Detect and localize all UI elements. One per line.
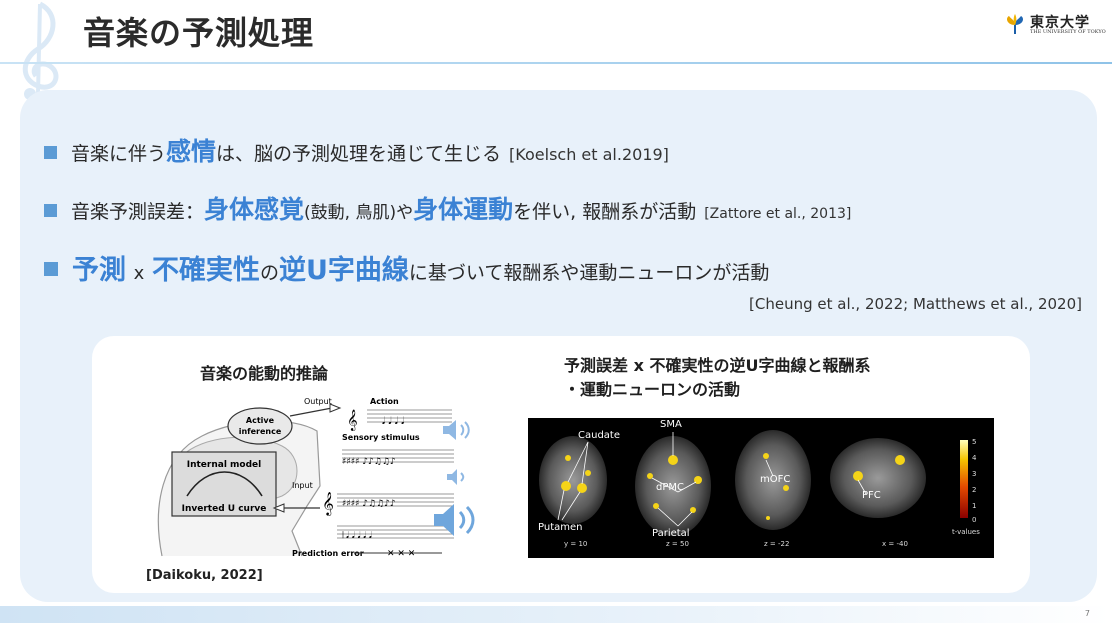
scale-1: 1 <box>972 502 977 510</box>
bullet-1-pre: 音楽に伴う <box>71 143 167 165</box>
svg-text:𝄞: 𝄞 <box>347 410 358 431</box>
bullet-1-post: は、脳の予測処理を通じて生じる <box>216 143 502 165</box>
bullet-3-emphasis-3: 逆U字曲線 <box>278 255 409 286</box>
coord-x-40: x = -40 <box>882 540 908 548</box>
scale-0: 0 <box>972 516 977 524</box>
speaker-small-icon <box>447 469 465 485</box>
dpmc-label: dPMC <box>656 482 684 493</box>
bullet-2-mid-2: を伴い, 報酬系が活動 <box>513 201 697 223</box>
page-number: 7 <box>1084 609 1090 618</box>
sagittal-slice <box>830 438 926 518</box>
input-label: Input <box>292 481 313 490</box>
university-logo: 東京大学 THE UNIVERSITY OF TOKYO <box>1004 12 1106 40</box>
parietal-label: Parietal <box>652 528 690 539</box>
bullet-1-citation: [Koelsch et al.2019] <box>509 145 669 164</box>
active-inference-node <box>227 407 293 445</box>
active-inference-diagram: Active inference Output Action 𝅘𝅥 𝅘𝅥 𝅘𝅥 … <box>157 397 454 559</box>
bullet-square-icon <box>44 204 57 217</box>
footer-band <box>0 606 1112 623</box>
sensory-stimulus-label: Sensory stimulus <box>342 433 420 442</box>
left-figure-title: 音楽の能動的推論 <box>200 364 329 383</box>
coord-y10: y = 10 <box>564 540 588 548</box>
mofc-label: mOFC <box>760 474 791 485</box>
scale-3: 3 <box>972 470 977 478</box>
scale-4: 4 <box>972 454 977 462</box>
citation-line: [Cheung et al., 2022; Matthews et al., 2… <box>749 295 1082 313</box>
figure-card: 音楽の能動的推論 予測誤差 x 不確実性の逆U字曲線と報酬系 ・運動ニューロンの… <box>92 336 1030 593</box>
speaker-large-icon <box>434 504 475 536</box>
scale-5: 5 <box>972 438 977 446</box>
bullet-2: 音楽予測誤差：身体感覚(鼓動, 鳥肌)や身体運動を伴い, 報酬系が活動 [Zatt… <box>44 190 851 226</box>
svg-text:♯♯♯♯ ♪♪♫♫♪: ♯♯♯♯ ♪♪♫♫♪ <box>342 457 396 467</box>
svg-text:𝄞: 𝄞 <box>322 491 334 516</box>
internal-model-label: Internal model <box>187 460 262 470</box>
svg-text:✕ ✕ ✕: ✕ ✕ ✕ <box>387 549 415 559</box>
bullet-2-emphasis-1: 身体感覚 <box>204 195 305 224</box>
active-inference-label-2: inference <box>239 427 282 436</box>
inverted-u-label: Inverted U curve <box>182 504 267 514</box>
bullet-1-emphasis: 感情 <box>166 137 217 166</box>
sensory-staff: ♯♯♯♯ ♪♪♫♫♪ <box>342 449 454 467</box>
scale-2: 2 <box>972 486 977 494</box>
bullet-3-emphasis-1: 予測 <box>72 255 126 286</box>
right-figure-title: 予測誤差 x 不確実性の逆U字曲線と報酬系 ・運動ニューロンの活動 <box>564 354 870 402</box>
bullet-2-mid-1: (鼓動, 鳥肌)や <box>304 203 414 223</box>
action-staff: 𝅘𝅥 𝅘𝅥 𝅘𝅥 𝅘𝅥 𝄞 <box>347 409 452 431</box>
bullet-2-citation: [Zattore et al., 2013] <box>704 206 852 222</box>
svg-text:𝅘𝅥 𝅘𝅥 𝅘𝅥 𝅘𝅥: 𝅘𝅥 𝅘𝅥 𝅘𝅥 𝅘𝅥 <box>382 416 405 427</box>
putamen-label: Putamen <box>538 522 583 533</box>
bullet-square-icon <box>44 146 57 159</box>
coord-z-22: z = -22 <box>764 540 790 548</box>
pfc-label: PFC <box>862 490 881 501</box>
svg-text:♯♯♯♯ ♪♫♫♪♪: ♯♯♯♯ ♪♫♫♪♪ <box>342 499 396 509</box>
bullet-2-emphasis-2: 身体運動 <box>413 195 514 224</box>
bullet-3-post: に基づいて報酬系や運動ニューロンが活動 <box>408 262 770 284</box>
figure-citation: [Daikoku, 2022] <box>146 568 263 583</box>
slide: 音楽の予測処理 東京大学 THE UNIVERSITY OF TOKYO 音楽に… <box>0 0 1112 623</box>
active-inference-label-1: Active <box>246 416 275 425</box>
bullet-2-pre: 音楽予測誤差： <box>71 201 205 223</box>
brain-activation-figure: Caudate Putamen SMA dPMC Parietal mOFC P… <box>528 418 994 558</box>
bullet-1: 音楽に伴う感情は、脳の予測処理を通じて生じる [Koelsch et al.201… <box>44 132 669 168</box>
bullet-square-icon <box>44 262 58 276</box>
bullet-3-separator: x <box>133 263 145 284</box>
logo-subtitle: THE UNIVERSITY OF TOKYO <box>1030 29 1106 35</box>
action-label: Action <box>370 397 399 406</box>
output-label: Output <box>304 397 332 406</box>
caudate-label: Caudate <box>578 430 620 441</box>
svg-text:𝄁 𝅘𝅥 𝅘𝅥 𝅘𝅥 𝅘𝅥 𝅘𝅥: 𝄁 𝅘𝅥 𝅘𝅥 𝅘𝅥 𝅘𝅥 𝅘𝅥 <box>342 531 372 541</box>
content-panel: 音楽に伴う感情は、脳の予測処理を通じて生じる [Koelsch et al.201… <box>20 90 1097 602</box>
page-title: 音楽の予測処理 <box>83 14 315 52</box>
slide-header: 音楽の予測処理 東京大学 THE UNIVERSITY OF TOKYO <box>0 0 1112 100</box>
right-figure-title-line-2: ・運動ニューロンの活動 <box>564 380 741 399</box>
speaker-icon <box>443 420 470 440</box>
coord-z50: z = 50 <box>666 540 689 548</box>
prediction-error-label: Prediction error <box>292 549 364 558</box>
coronal-slice <box>539 436 607 524</box>
scale-label: t-values <box>952 528 980 536</box>
bullet-3: 予測 x 不確実性の逆U字曲線に基づいて報酬系や運動ニューロンが活動 <box>44 248 769 287</box>
sma-label: SMA <box>660 419 682 430</box>
ginkgo-logo-icon <box>1007 14 1023 34</box>
bullet-3-emphasis-2: 不確実性 <box>151 255 260 286</box>
header-divider <box>0 62 1112 64</box>
bullet-3-mid: の <box>259 262 279 284</box>
right-figure-title-line-1: 予測誤差 x 不確実性の逆U字曲線と報酬系 <box>564 356 871 375</box>
treble-clef-icon <box>22 1 59 100</box>
